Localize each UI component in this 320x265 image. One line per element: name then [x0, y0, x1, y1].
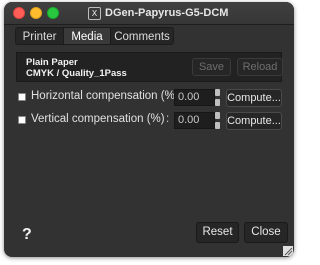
stepper-up-arrow-icon[interactable]: [215, 112, 220, 119]
close-button[interactable]: Close: [244, 222, 288, 243]
horizontal-compute-button[interactable]: Compute...: [226, 89, 282, 107]
resize-grip-icon[interactable]: [283, 246, 293, 256]
vertical-compensation-field[interactable]: 0.00: [174, 112, 215, 129]
vertical-compensation-checkbox[interactable]: [18, 116, 26, 124]
tab-printer[interactable]: Printer: [15, 27, 64, 45]
horizontal-compensation-stepper[interactable]: [215, 89, 221, 106]
x11-icon: X: [88, 6, 101, 20]
horizontal-compensation-row: Horizontal compensation (%) : 0.00 Compu…: [4, 89, 294, 107]
stepper-down-arrow-icon[interactable]: [215, 122, 220, 129]
zoom-window-button[interactable]: [47, 7, 59, 19]
save-button[interactable]: Save: [192, 58, 231, 76]
separator-colon: :: [166, 113, 170, 125]
window-title: DGen-Papyrus-G5-DCM: [105, 7, 229, 19]
help-button[interactable]: ?: [22, 226, 32, 244]
vertical-compensation-stepper[interactable]: [215, 112, 221, 129]
horizontal-compensation-field[interactable]: 0.00: [174, 89, 215, 106]
horizontal-compensation-label: Horizontal compensation (%): [31, 90, 179, 102]
vertical-compute-button[interactable]: Compute...: [226, 112, 282, 130]
dialog-window: X DGen-Papyrus-G5-DCM Printer Media Comm…: [4, 2, 294, 257]
reset-button[interactable]: Reset: [196, 222, 239, 243]
horizontal-compensation-checkbox[interactable]: [18, 93, 26, 101]
close-window-button[interactable]: [13, 7, 25, 19]
separator-colon: :: [166, 90, 170, 102]
vertical-compensation-row: Vertical compensation (%) : 0.00 Compute…: [4, 112, 294, 130]
title-group: X DGen-Papyrus-G5-DCM: [88, 6, 228, 20]
tab-media[interactable]: Media: [63, 27, 111, 45]
stepper-up-arrow-icon[interactable]: [215, 89, 220, 96]
preset-panel: Plain Paper CMYK / Quality_1Pass Save Re…: [16, 52, 283, 82]
preset-media-name: Plain Paper: [26, 57, 78, 68]
reload-button[interactable]: Reload: [237, 58, 283, 76]
stepper-down-arrow-icon[interactable]: [215, 99, 220, 106]
title-bar[interactable]: X DGen-Papyrus-G5-DCM: [4, 2, 294, 25]
minimize-window-button[interactable]: [30, 7, 42, 19]
preset-color-mode: CMYK / Quality_1Pass: [26, 68, 127, 79]
vertical-compensation-label: Vertical compensation (%): [31, 113, 165, 125]
tab-comments[interactable]: Comments: [110, 27, 174, 45]
